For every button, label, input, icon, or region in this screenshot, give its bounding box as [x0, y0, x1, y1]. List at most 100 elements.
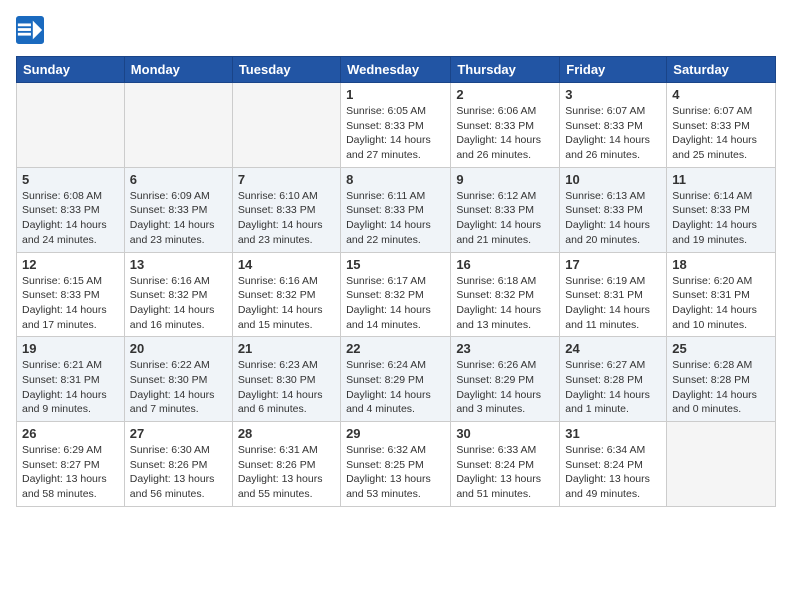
day-number: 26	[22, 426, 119, 441]
day-number: 23	[456, 341, 554, 356]
day-number: 21	[238, 341, 335, 356]
calendar-cell: 24 Sunrise: 6:27 AMSunset: 8:28 PMDayligh…	[560, 337, 667, 422]
calendar-cell: 18Sunrise: 6:20 AMSunset: 8:31 PMDayligh…	[667, 252, 776, 337]
calendar-cell: 22 Sunrise: 6:24 AMSunset: 8:29 PMDayligh…	[341, 337, 451, 422]
day-info: Sunrise: 6:11 AMSunset: 8:33 PMDaylight:…	[346, 189, 445, 248]
day-number: 7	[238, 172, 335, 187]
day-info: Sunrise: 6:34 AMSunset: 8:24 PMDaylight:…	[565, 443, 661, 502]
day-header-monday: Monday	[124, 57, 232, 83]
day-info: Sunrise: 6:29 AMSunset: 8:27 PMDaylight:…	[22, 443, 119, 502]
day-header-thursday: Thursday	[451, 57, 560, 83]
day-info: Sunrise: 6:07 AMSunset: 8:33 PMDaylight:…	[672, 104, 770, 163]
calendar-cell: 17 Sunrise: 6:19 AMSunset: 8:31 PMDayligh…	[560, 252, 667, 337]
day-info: Sunrise: 6:16 AMSunset: 8:32 PMDaylight:…	[130, 274, 227, 333]
day-number: 6	[130, 172, 227, 187]
day-number: 15	[346, 257, 445, 272]
day-header-tuesday: Tuesday	[232, 57, 340, 83]
day-number: 25	[672, 341, 770, 356]
week-row-3: 12 Sunrise: 6:15 AMSunset: 8:33 PMDayligh…	[17, 252, 776, 337]
day-number: 3	[565, 87, 661, 102]
calendar-cell: 7 Sunrise: 6:10 AMSunset: 8:33 PMDaylight…	[232, 167, 340, 252]
calendar-cell: 27 Sunrise: 6:30 AMSunset: 8:26 PMDayligh…	[124, 422, 232, 507]
calendar-cell: 21 Sunrise: 6:23 AMSunset: 8:30 PMDayligh…	[232, 337, 340, 422]
day-info: Sunrise: 6:18 AMSunset: 8:32 PMDaylight:…	[456, 274, 554, 333]
calendar-cell: 25 Sunrise: 6:28 AMSunset: 8:28 PMDayligh…	[667, 337, 776, 422]
day-info: Sunrise: 6:19 AMSunset: 8:31 PMDaylight:…	[565, 274, 661, 333]
day-info: Sunrise: 6:24 AMSunset: 8:29 PMDaylight:…	[346, 358, 445, 417]
day-number: 19	[22, 341, 119, 356]
calendar-cell: 10Sunrise: 6:13 AMSunset: 8:33 PMDayligh…	[560, 167, 667, 252]
calendar-cell: 19 Sunrise: 6:21 AMSunset: 8:31 PMDayligh…	[17, 337, 125, 422]
calendar-cell: 14 Sunrise: 6:16 AMSunset: 8:32 PMDayligh…	[232, 252, 340, 337]
week-row-5: 26 Sunrise: 6:29 AMSunset: 8:27 PMDayligh…	[17, 422, 776, 507]
day-number: 17	[565, 257, 661, 272]
day-info: Sunrise: 6:16 AMSunset: 8:32 PMDaylight:…	[238, 274, 335, 333]
day-info: Sunrise: 6:07 AMSunset: 8:33 PMDaylight:…	[565, 104, 661, 163]
day-number: 24	[565, 341, 661, 356]
calendar-header-row: SundayMondayTuesdayWednesdayThursdayFrid…	[17, 57, 776, 83]
week-row-2: 5 Sunrise: 6:08 AMSunset: 8:33 PMDaylight…	[17, 167, 776, 252]
day-number: 31	[565, 426, 661, 441]
day-number: 29	[346, 426, 445, 441]
day-number: 9	[456, 172, 554, 187]
day-info: Sunrise: 6:13 AMSunset: 8:33 PMDaylight:…	[565, 189, 661, 248]
day-info: Sunrise: 6:15 AMSunset: 8:33 PMDaylight:…	[22, 274, 119, 333]
day-number: 1	[346, 87, 445, 102]
day-info: Sunrise: 6:08 AMSunset: 8:33 PMDaylight:…	[22, 189, 119, 248]
calendar-cell: 15 Sunrise: 6:17 AMSunset: 8:32 PMDayligh…	[341, 252, 451, 337]
day-info: Sunrise: 6:05 AMSunset: 8:33 PMDaylight:…	[346, 104, 445, 163]
calendar-cell: 29 Sunrise: 6:32 AMSunset: 8:25 PMDayligh…	[341, 422, 451, 507]
week-row-4: 19 Sunrise: 6:21 AMSunset: 8:31 PMDayligh…	[17, 337, 776, 422]
calendar-cell: 16 Sunrise: 6:18 AMSunset: 8:32 PMDayligh…	[451, 252, 560, 337]
day-info: Sunrise: 6:28 AMSunset: 8:28 PMDaylight:…	[672, 358, 770, 417]
page-header	[16, 16, 776, 44]
day-info: Sunrise: 6:32 AMSunset: 8:25 PMDaylight:…	[346, 443, 445, 502]
day-header-saturday: Saturday	[667, 57, 776, 83]
day-number: 8	[346, 172, 445, 187]
day-number: 16	[456, 257, 554, 272]
day-number: 20	[130, 341, 227, 356]
week-row-1: 1 Sunrise: 6:05 AMSunset: 8:33 PMDaylight…	[17, 83, 776, 168]
calendar-cell	[232, 83, 340, 168]
day-number: 11	[672, 172, 770, 187]
day-number: 5	[22, 172, 119, 187]
calendar-cell: 31 Sunrise: 6:34 AMSunset: 8:24 PMDayligh…	[560, 422, 667, 507]
day-header-friday: Friday	[560, 57, 667, 83]
calendar-cell: 3 Sunrise: 6:07 AMSunset: 8:33 PMDaylight…	[560, 83, 667, 168]
day-info: Sunrise: 6:14 AMSunset: 8:33 PMDaylight:…	[672, 189, 770, 248]
day-info: Sunrise: 6:33 AMSunset: 8:24 PMDaylight:…	[456, 443, 554, 502]
day-number: 2	[456, 87, 554, 102]
day-number: 27	[130, 426, 227, 441]
calendar-cell: 26 Sunrise: 6:29 AMSunset: 8:27 PMDayligh…	[17, 422, 125, 507]
calendar-cell: 9 Sunrise: 6:12 AMSunset: 8:33 PMDaylight…	[451, 167, 560, 252]
day-info: Sunrise: 6:10 AMSunset: 8:33 PMDaylight:…	[238, 189, 335, 248]
day-number: 14	[238, 257, 335, 272]
calendar-cell: 30Sunrise: 6:33 AMSunset: 8:24 PMDayligh…	[451, 422, 560, 507]
calendar-cell: 20 Sunrise: 6:22 AMSunset: 8:30 PMDayligh…	[124, 337, 232, 422]
day-info: Sunrise: 6:17 AMSunset: 8:32 PMDaylight:…	[346, 274, 445, 333]
day-info: Sunrise: 6:21 AMSunset: 8:31 PMDaylight:…	[22, 358, 119, 417]
day-number: 28	[238, 426, 335, 441]
calendar-cell: 28Sunrise: 6:31 AMSunset: 8:26 PMDayligh…	[232, 422, 340, 507]
calendar-cell	[124, 83, 232, 168]
calendar-cell: 4 Sunrise: 6:07 AMSunset: 8:33 PMDaylight…	[667, 83, 776, 168]
day-info: Sunrise: 6:12 AMSunset: 8:33 PMDaylight:…	[456, 189, 554, 248]
day-info: Sunrise: 6:09 AMSunset: 8:33 PMDaylight:…	[130, 189, 227, 248]
day-info: Sunrise: 6:23 AMSunset: 8:30 PMDaylight:…	[238, 358, 335, 417]
calendar-cell: 6 Sunrise: 6:09 AMSunset: 8:33 PMDaylight…	[124, 167, 232, 252]
calendar-cell: 11 Sunrise: 6:14 AMSunset: 8:33 PMDayligh…	[667, 167, 776, 252]
calendar-cell: 2Sunrise: 6:06 AMSunset: 8:33 PMDaylight…	[451, 83, 560, 168]
day-number: 22	[346, 341, 445, 356]
calendar-cell: 8 Sunrise: 6:11 AMSunset: 8:33 PMDaylight…	[341, 167, 451, 252]
day-number: 12	[22, 257, 119, 272]
calendar-cell: 5 Sunrise: 6:08 AMSunset: 8:33 PMDaylight…	[17, 167, 125, 252]
day-info: Sunrise: 6:26 AMSunset: 8:29 PMDaylight:…	[456, 358, 554, 417]
day-info: Sunrise: 6:30 AMSunset: 8:26 PMDaylight:…	[130, 443, 227, 502]
day-number: 13	[130, 257, 227, 272]
day-header-sunday: Sunday	[17, 57, 125, 83]
day-info: Sunrise: 6:27 AMSunset: 8:28 PMDaylight:…	[565, 358, 661, 417]
day-number: 4	[672, 87, 770, 102]
logo-icon	[16, 16, 44, 44]
day-info: Sunrise: 6:22 AMSunset: 8:30 PMDaylight:…	[130, 358, 227, 417]
calendar-table: SundayMondayTuesdayWednesdayThursdayFrid…	[16, 56, 776, 507]
